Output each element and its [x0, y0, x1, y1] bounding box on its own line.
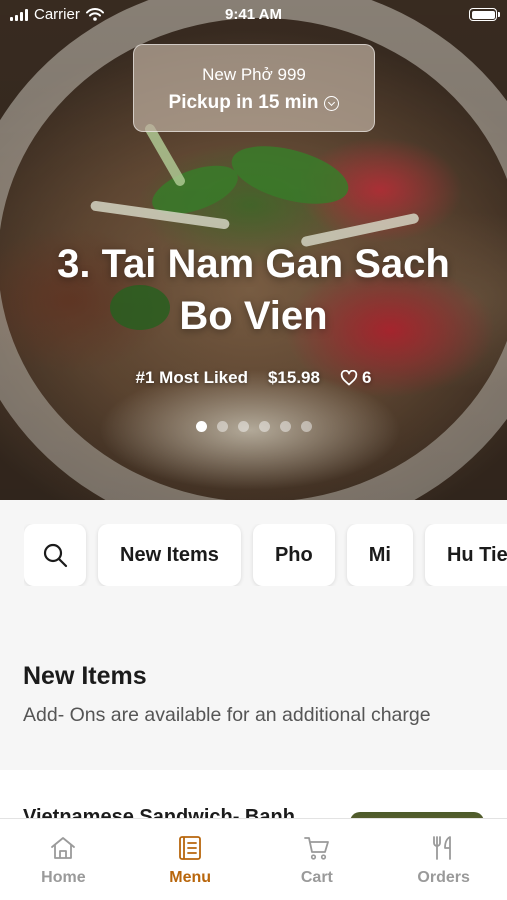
- carousel-dot[interactable]: [237, 421, 249, 432]
- category-bar: New Items Pho Mi Hu Tieu: [24, 524, 507, 586]
- status-time: 9:41 AM: [225, 6, 282, 23]
- tab-orders-label: Orders: [417, 869, 470, 886]
- category-chip-new-items[interactable]: New Items: [98, 524, 241, 586]
- tab-cart[interactable]: Cart: [254, 819, 381, 900]
- tab-cart-label: Cart: [300, 869, 333, 886]
- fork-knife-icon: [432, 836, 451, 860]
- battery-icon: [469, 8, 500, 21]
- herb-decoration: [225, 135, 355, 215]
- store-name: New Phở 999: [202, 65, 306, 84]
- tab-orders[interactable]: Orders: [380, 819, 507, 900]
- category-chip-hu-tieu[interactable]: Hu Tieu: [424, 524, 507, 586]
- dish-meta: #1 Most Liked $15.98 6: [0, 368, 507, 388]
- search-icon: [43, 543, 68, 568]
- tab-menu-label: Menu: [169, 869, 212, 886]
- likes-button[interactable]: 6: [340, 368, 371, 388]
- dish-title: 3. Tai Nam Gan Sach Bo Vien: [20, 238, 487, 342]
- tab-menu[interactable]: Menu: [127, 819, 254, 900]
- dish-rank: #1 Most Liked: [135, 368, 248, 387]
- dish-title-line2: Bo Vien: [179, 294, 328, 338]
- tab-home[interactable]: Home: [0, 819, 127, 900]
- section-title: New Items: [23, 662, 147, 690]
- home-icon: [51, 837, 76, 859]
- status-bar: Carrier 9:41 AM: [0, 0, 507, 30]
- herb-decoration: [145, 155, 245, 225]
- carousel-dot[interactable]: [216, 421, 228, 432]
- carousel-dot[interactable]: [195, 421, 207, 432]
- dish-title-line1: 3. Tai Nam Gan Sach: [57, 242, 450, 286]
- heart-icon: [340, 370, 358, 386]
- pickup-time-label: Pickup in 15 min: [168, 92, 319, 113]
- tab-bar: Home Menu Cart Orders: [0, 818, 507, 900]
- onion-decoration: [143, 122, 187, 188]
- dish-price: $15.98: [267, 368, 320, 387]
- chevron-down-circle-icon: [324, 95, 340, 111]
- pickup-time-row: Pickup in 15 min: [134, 92, 374, 114]
- carousel-dot[interactable]: [258, 421, 270, 432]
- category-chip-mi[interactable]: Mi: [346, 524, 413, 586]
- likes-count: 6: [361, 368, 372, 387]
- tab-home-label: Home: [41, 869, 86, 886]
- section-subtitle: Add- Ons are available for an additional…: [23, 704, 431, 726]
- pickup-selector[interactable]: New Phở 999 Pickup in 15 min: [133, 44, 375, 132]
- carousel-indicator: [0, 421, 507, 432]
- menu-book-icon: [179, 836, 202, 860]
- carousel-dot[interactable]: [300, 421, 312, 432]
- category-chip-pho[interactable]: Pho: [252, 524, 335, 586]
- onion-decoration: [89, 200, 231, 230]
- search-button[interactable]: [24, 524, 86, 586]
- carousel-dot[interactable]: [279, 421, 291, 432]
- cart-icon: [303, 837, 329, 860]
